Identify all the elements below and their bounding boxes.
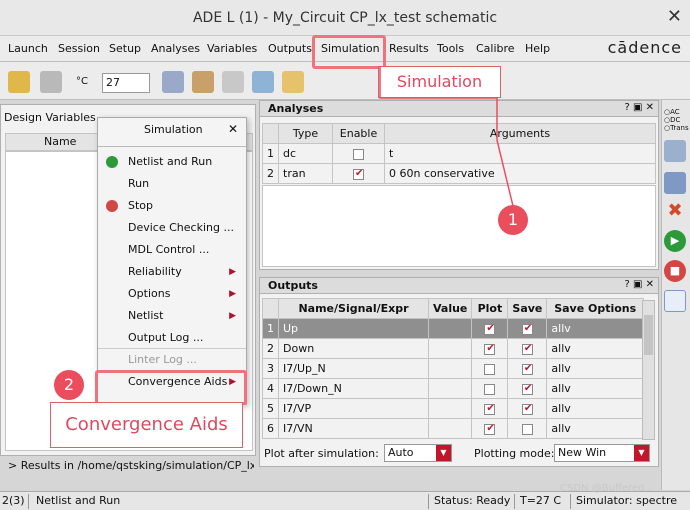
status-bar: 2(3) Netlist and Run Status: Ready T=27 …: [0, 483, 690, 510]
step-badge-1: 1: [498, 205, 528, 235]
step-badge-2: 2: [54, 370, 84, 400]
watermark: CSDN @Buffered...: [560, 483, 654, 494]
status-temperature: T=27 C: [520, 494, 562, 507]
status-state: Status: Ready: [434, 494, 511, 507]
convergence-annotation-label: Convergence Aids: [50, 402, 243, 448]
status-message: Netlist and Run: [36, 494, 121, 507]
convergence-aids-highlight: [95, 370, 247, 405]
status-counter: 2(3): [2, 494, 25, 507]
